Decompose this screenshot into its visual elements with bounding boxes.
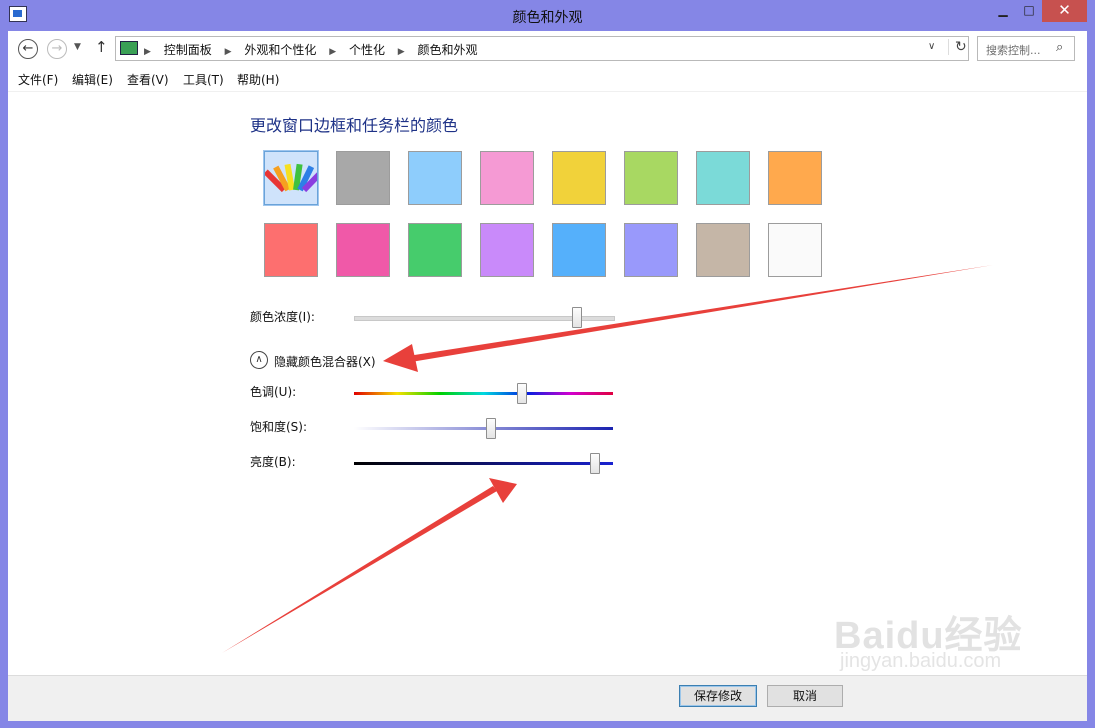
window-frame: 颜色和外观 ▁ □ ✕ ← → ▼ ↑ ▶ 控制面板 ▶ 外观和个性化 ▶ 个性…	[0, 0, 1095, 728]
annotation-arrowhead-upper	[383, 344, 418, 372]
watermark-url: jingyan.baidu.com	[840, 650, 1002, 672]
annotation-arrow-upper	[408, 265, 993, 362]
annotation-arrow-lower	[222, 486, 497, 653]
